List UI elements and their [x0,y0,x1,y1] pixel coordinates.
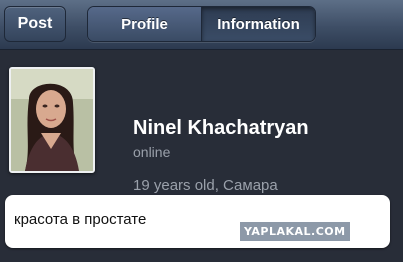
tab-information[interactable]: Information [202,7,315,41]
navigation-bar: Post Profile Information [0,0,403,50]
avatar-photo [11,69,93,171]
segmented-control: Profile Information [87,6,316,42]
profile-name: Ninel Khachatryan [133,117,309,139]
status-message-text: красота в простате [14,211,147,228]
avatar[interactable] [9,67,95,173]
profile-details: 19 years old, Самара [133,177,278,194]
watermark: YAPLAKAL.COM [240,222,350,241]
tab-profile[interactable]: Profile [88,7,202,41]
online-status: online [133,144,171,160]
back-button[interactable]: Post [4,6,66,42]
